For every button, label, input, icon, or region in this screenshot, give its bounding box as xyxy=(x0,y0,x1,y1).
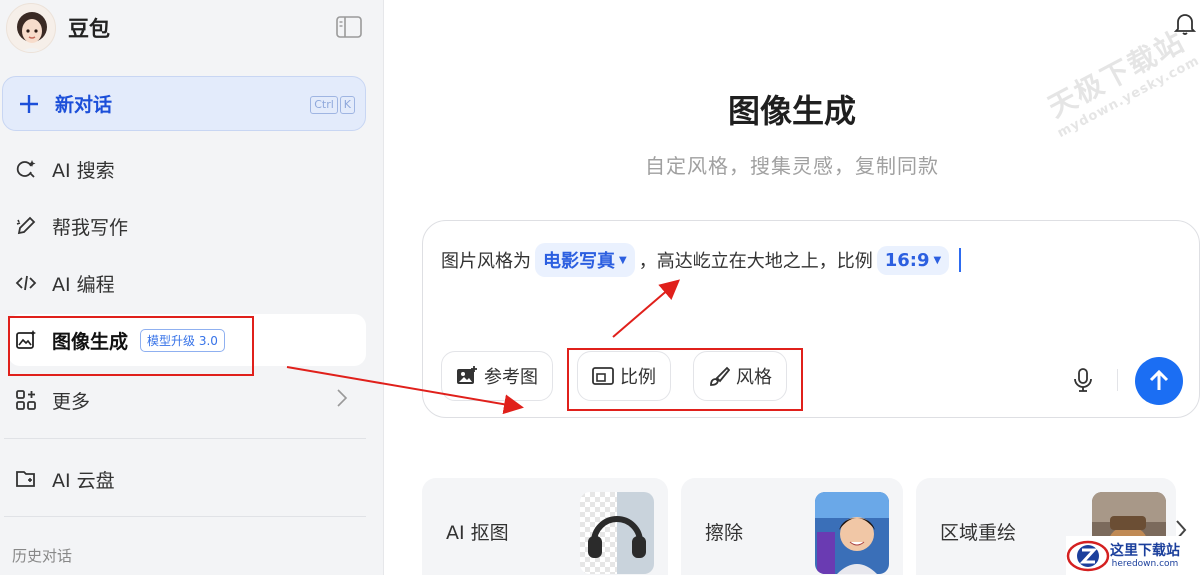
sidebar-divider xyxy=(4,438,366,439)
ratio-label: 比例 xyxy=(620,367,656,388)
card-erase[interactable]: 擦除 xyxy=(681,478,903,575)
arrow-up-icon xyxy=(1149,369,1169,390)
style-chip[interactable]: 电影写真 ▼ xyxy=(535,243,635,277)
sidebar-toggle-icon[interactable] xyxy=(336,16,362,38)
prompt-middle: ，高达屹立在大地之上，比例 xyxy=(638,251,873,272)
site-logo-icon xyxy=(1066,540,1110,571)
prompt-prefix: 图片风格为 xyxy=(441,251,531,272)
new-chat-button[interactable]: 新对话 Ctrl K xyxy=(2,76,366,131)
grid-plus-icon xyxy=(14,388,38,412)
reference-image-button[interactable]: 参考图 xyxy=(441,351,553,401)
brand[interactable]: 豆包 xyxy=(6,2,110,54)
sidebar-divider xyxy=(4,516,366,517)
toolbar-separator xyxy=(1117,369,1118,391)
new-chat-label: 新对话 xyxy=(55,94,113,116)
card-ai-cutout[interactable]: AI 抠图 xyxy=(422,478,668,575)
shortcut-hint: Ctrl K xyxy=(310,96,355,114)
sidebar-item-label: 更多 xyxy=(52,390,91,413)
style-label: 风格 xyxy=(736,367,772,388)
bell-icon[interactable] xyxy=(1173,12,1197,36)
code-icon xyxy=(14,271,38,295)
card-label: 擦除 xyxy=(705,522,744,544)
key-ctrl: Ctrl xyxy=(310,96,338,114)
history-label: 历史对话 xyxy=(12,547,73,565)
sidebar-item-image-generation[interactable]: 图像生成 模型升级 3.0 xyxy=(8,314,366,366)
image-add-icon xyxy=(456,365,478,387)
cloud-folder-icon xyxy=(14,467,38,491)
style-chip-label: 电影写真 xyxy=(543,251,615,272)
sidebar-item-ai-search[interactable]: AI 搜索 xyxy=(8,143,366,195)
pen-icon xyxy=(14,214,38,238)
ratio-chip-label: 16:9 xyxy=(884,249,930,271)
microphone-icon[interactable] xyxy=(1071,367,1095,393)
sidebar-item-label: 帮我写作 xyxy=(52,216,129,239)
sidebar-item-writing[interactable]: 帮我写作 xyxy=(8,200,366,252)
prompt-text[interactable]: 图片风格为 电影写真 ▼ ，高达屹立在大地之上，比例 16:9 ▼ xyxy=(441,243,962,277)
sidebar-item-label: AI 搜索 xyxy=(52,159,115,182)
card-label: 区域重绘 xyxy=(940,522,1017,544)
brush-icon xyxy=(708,365,730,387)
caret-down-icon: ▼ xyxy=(619,254,627,266)
reference-image-label: 参考图 xyxy=(484,367,538,388)
text-cursor xyxy=(959,248,962,272)
page-title: 图像生成 xyxy=(727,92,856,130)
image-sparkle-icon xyxy=(14,328,38,352)
headphones-thumbnail xyxy=(580,492,654,574)
brand-name: 豆包 xyxy=(68,17,110,41)
page-subtitle: 自定风格，搜集灵感，复制同款 xyxy=(645,154,939,178)
search-icon xyxy=(14,157,38,181)
sidebar-item-cloud-drive[interactable]: AI 云盘 xyxy=(8,453,366,505)
style-button[interactable]: 风格 xyxy=(693,351,787,401)
prompt-composer[interactable]: 图片风格为 电影写真 ▼ ，高达屹立在大地之上，比例 16:9 ▼ 参考图 比例 xyxy=(422,220,1200,418)
avatar xyxy=(6,3,56,53)
sidebar: 豆包 新对话 Ctrl K AI 搜索 帮我写作 AI 编程 图像生成 模型升级… xyxy=(0,0,384,575)
chevron-right-icon xyxy=(336,388,348,413)
sidebar-item-coding[interactable]: AI 编程 xyxy=(8,257,366,309)
child-photo-thumbnail xyxy=(815,492,889,574)
sidebar-item-more[interactable]: 更多 xyxy=(8,374,366,426)
sidebar-item-label: AI 编程 xyxy=(52,273,115,296)
key-k: K xyxy=(339,96,355,114)
model-upgrade-badge: 模型升级 3.0 xyxy=(140,328,225,352)
app-window: 豆包 新对话 Ctrl K AI 搜索 帮我写作 AI 编程 图像生成 模型升级… xyxy=(0,0,1200,575)
card-label: AI 抠图 xyxy=(446,522,509,544)
ratio-button[interactable]: 比例 xyxy=(577,351,671,401)
site-logo-title: 这里下载站 xyxy=(1110,542,1180,559)
site-logo-url: heredown.com xyxy=(1111,558,1179,569)
site-logo: 这里下载站 heredown.com xyxy=(1066,536,1200,575)
sidebar-item-label: AI 云盘 xyxy=(52,469,115,492)
ratio-chip[interactable]: 16:9 ▼ xyxy=(876,245,950,275)
sidebar-item-label: 图像生成 xyxy=(52,330,129,353)
send-button[interactable] xyxy=(1135,357,1183,405)
plus-icon xyxy=(17,92,41,116)
aspect-ratio-icon xyxy=(592,365,614,387)
caret-down-icon: ▼ xyxy=(933,254,942,266)
